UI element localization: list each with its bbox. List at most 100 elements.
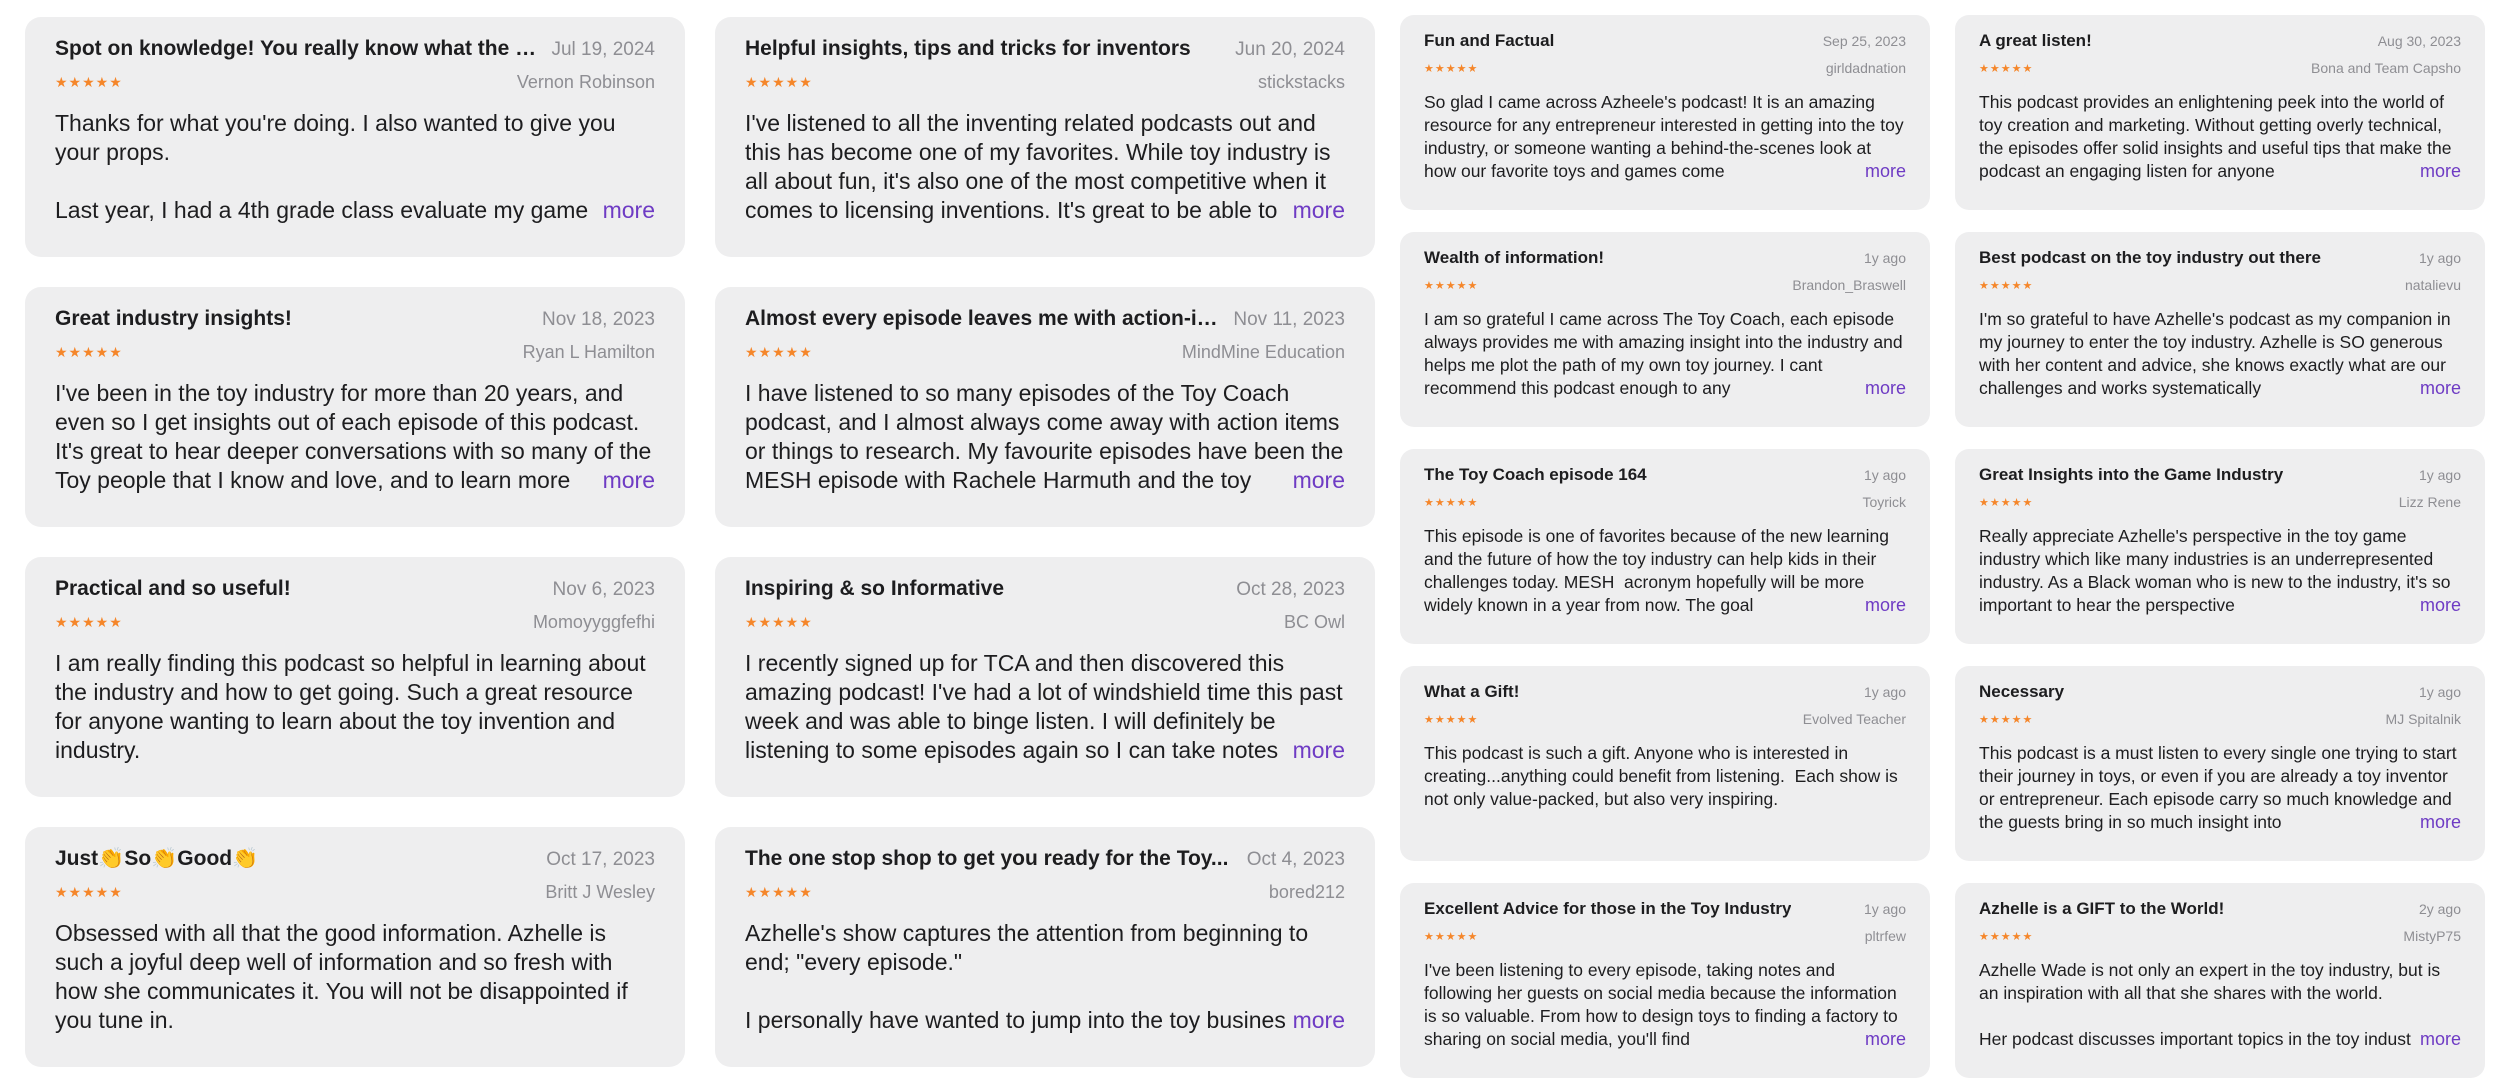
more-link[interactable]: more	[1856, 594, 1906, 617]
review-meta: ★★★★★ Toyrick	[1424, 493, 1906, 511]
review-card[interactable]: Azhelle is a GIFT to the World! 2y ago ★★★…	[1955, 883, 2485, 1078]
review-header: Azhelle is a GIFT to the World! 2y ago	[1979, 899, 2461, 919]
review-meta: ★★★★★ stickstacks	[745, 71, 1345, 93]
review-date: Oct 28, 2023	[1236, 579, 1345, 600]
more-link-wrap: more	[535, 466, 655, 495]
review-title: Just👏So👏Good👏	[55, 847, 259, 870]
review-meta: ★★★★★ MJ Spitalnik	[1979, 710, 2461, 728]
review-body: Really appreciate Azhelle's perspective …	[1979, 525, 2461, 617]
more-link[interactable]: more	[2411, 1028, 2461, 1051]
more-link[interactable]: more	[2411, 811, 2461, 834]
review-card[interactable]: The one stop shop to get you ready for t…	[715, 827, 1375, 1067]
more-link-wrap: more	[2352, 811, 2461, 834]
star-rating-icon: ★★★★★	[1424, 62, 1479, 75]
review-card[interactable]: Practical and so useful! Nov 6, 2023 ★★★★★…	[25, 557, 685, 797]
review-date: Jun 20, 2024	[1235, 39, 1345, 60]
more-link[interactable]: more	[1284, 736, 1345, 765]
more-link[interactable]: more	[1856, 1028, 1906, 1051]
review-card[interactable]: A great listen! Aug 30, 2023 ★★★★★ Bona and…	[1955, 15, 2485, 210]
review-body: Thanks for what you're doing. I also wan…	[55, 109, 655, 225]
star-rating-icon: ★★★★★	[1424, 713, 1479, 726]
more-link[interactable]: more	[1284, 196, 1345, 225]
review-header: What a Gift! 1y ago	[1424, 682, 1906, 702]
review-card[interactable]: Excellent Advice for those in the Toy In…	[1400, 883, 1930, 1078]
star-rating-icon: ★★★★★	[745, 73, 813, 90]
review-date: Nov 18, 2023	[541, 309, 655, 330]
review-date: Jul 19, 2024	[551, 39, 655, 60]
review-meta: ★★★★★ MindMine Education	[745, 341, 1345, 363]
more-link-wrap: more	[2352, 160, 2461, 183]
review-author: MistyP75	[2403, 928, 2461, 944]
more-link[interactable]: more	[2411, 594, 2461, 617]
review-meta: ★★★★★ bored212	[745, 881, 1345, 903]
review-body: I am so grateful I came across The Toy C…	[1424, 308, 1906, 400]
more-link[interactable]: more	[1284, 466, 1345, 495]
review-date: Oct 4, 2023	[1246, 849, 1345, 870]
review-card[interactable]: Helpful insights, tips and tricks for in…	[715, 17, 1375, 257]
review-card[interactable]: Inspiring & so Informative Oct 28, 2023 ★★…	[715, 557, 1375, 797]
review-meta: ★★★★★ Britt J Wesley	[55, 881, 655, 903]
review-card[interactable]: Fun and Factual Sep 25, 2023 ★★★★★ girldadn…	[1400, 15, 1930, 210]
more-link[interactable]: more	[2411, 377, 2461, 400]
more-link[interactable]: more	[594, 196, 655, 225]
star-rating-icon: ★★★★★	[1979, 496, 2034, 509]
review-body: This podcast is a must listen to every s…	[1979, 742, 2461, 834]
review-card[interactable]: Great Insights into the Game Industry 1y …	[1955, 449, 2485, 644]
review-meta: ★★★★★ Brandon_Braswell	[1424, 276, 1906, 294]
review-author: Momoyyggfefhi	[532, 611, 655, 632]
review-body: This podcast is such a gift. Anyone who …	[1424, 742, 1906, 834]
review-text: I am really finding this podcast so help…	[55, 650, 653, 763]
review-card[interactable]: Spot on knowledge! You really know what …	[25, 17, 685, 257]
review-author: BC Owl	[1283, 611, 1345, 632]
star-rating-icon: ★★★★★	[55, 883, 123, 900]
more-link[interactable]: more	[1284, 1006, 1345, 1035]
review-title: A great listen!	[1979, 31, 2092, 50]
star-rating-icon: ★★★★★	[55, 613, 123, 630]
star-rating-icon: ★★★★★	[55, 73, 123, 90]
reviews-panel-right: Fun and Factual Sep 25, 2023 ★★★★★ girldadn…	[1380, 0, 2500, 1091]
review-date: 1y ago	[1863, 467, 1906, 483]
review-title: Spot on knowledge! You really know what …	[55, 37, 538, 60]
review-title: Wealth of information!	[1424, 248, 1605, 267]
review-card[interactable]: Almost every episode leaves me with acti…	[715, 287, 1375, 527]
review-card[interactable]: Great industry insights! Nov 18, 2023 ★★★★…	[25, 287, 685, 527]
review-date: 2y ago	[2418, 901, 2461, 917]
review-body: I've been in the toy industry for more t…	[55, 379, 655, 495]
review-date: Nov 11, 2023	[1233, 309, 1345, 330]
more-link-wrap: more	[535, 196, 655, 225]
review-date: Aug 30, 2023	[2377, 33, 2461, 49]
review-title: Excellent Advice for those in the Toy In…	[1424, 899, 1792, 918]
review-card[interactable]: The Toy Coach episode 164 1y ago ★★★★★ Toyr…	[1400, 449, 1930, 644]
review-card[interactable]: Wealth of information! 1y ago ★★★★★ Brandon…	[1400, 232, 1930, 427]
more-link[interactable]: more	[2411, 160, 2461, 183]
review-meta: ★★★★★ BC Owl	[745, 611, 1345, 633]
star-rating-icon: ★★★★★	[1979, 62, 2034, 75]
star-rating-icon: ★★★★★	[1979, 930, 2034, 943]
more-link[interactable]: more	[1856, 160, 1906, 183]
review-date: 1y ago	[1863, 901, 1906, 917]
review-body: I am really finding this podcast so help…	[55, 649, 655, 765]
review-title: Great Insights into the Game Industry	[1979, 465, 2284, 484]
more-link[interactable]: more	[594, 466, 655, 495]
review-card[interactable]: Just👏So👏Good👏 Oct 17, 2023 ★★★★★ Britt J We…	[25, 827, 685, 1067]
review-title: Almost every episode leaves me with acti…	[745, 307, 1220, 330]
more-link[interactable]: more	[1856, 377, 1906, 400]
review-text: This podcast is such a gift. Anyone who …	[1424, 743, 1903, 809]
review-body: Azhelle's show captures the attention fr…	[745, 919, 1345, 1035]
review-meta: ★★★★★ pltrfew	[1424, 927, 1906, 945]
review-body: So glad I came across Azheele's podcast!…	[1424, 91, 1906, 183]
star-rating-icon: ★★★★★	[55, 343, 123, 360]
more-link-wrap: more	[1797, 594, 1906, 617]
review-date: 1y ago	[1863, 684, 1906, 700]
review-title: Helpful insights, tips and tricks for in…	[745, 37, 1191, 60]
review-header: Practical and so useful! Nov 6, 2023	[55, 577, 655, 601]
review-header: Inspiring & so Informative Oct 28, 2023	[745, 577, 1345, 601]
review-body: I have listened to so many episodes of t…	[745, 379, 1345, 495]
review-title: Fun and Factual	[1424, 31, 1555, 50]
review-card[interactable]: What a Gift! 1y ago ★★★★★ Evolved Teacher Th…	[1400, 666, 1930, 861]
review-card[interactable]: Necessary 1y ago ★★★★★ MJ Spitalnik This pod…	[1955, 666, 2485, 861]
review-author: Lizz Rene	[2398, 494, 2461, 510]
review-card[interactable]: Best podcast on the toy industry out the…	[1955, 232, 2485, 427]
review-date: 1y ago	[1863, 250, 1906, 266]
review-meta: ★★★★★ Vernon Robinson	[55, 71, 655, 93]
